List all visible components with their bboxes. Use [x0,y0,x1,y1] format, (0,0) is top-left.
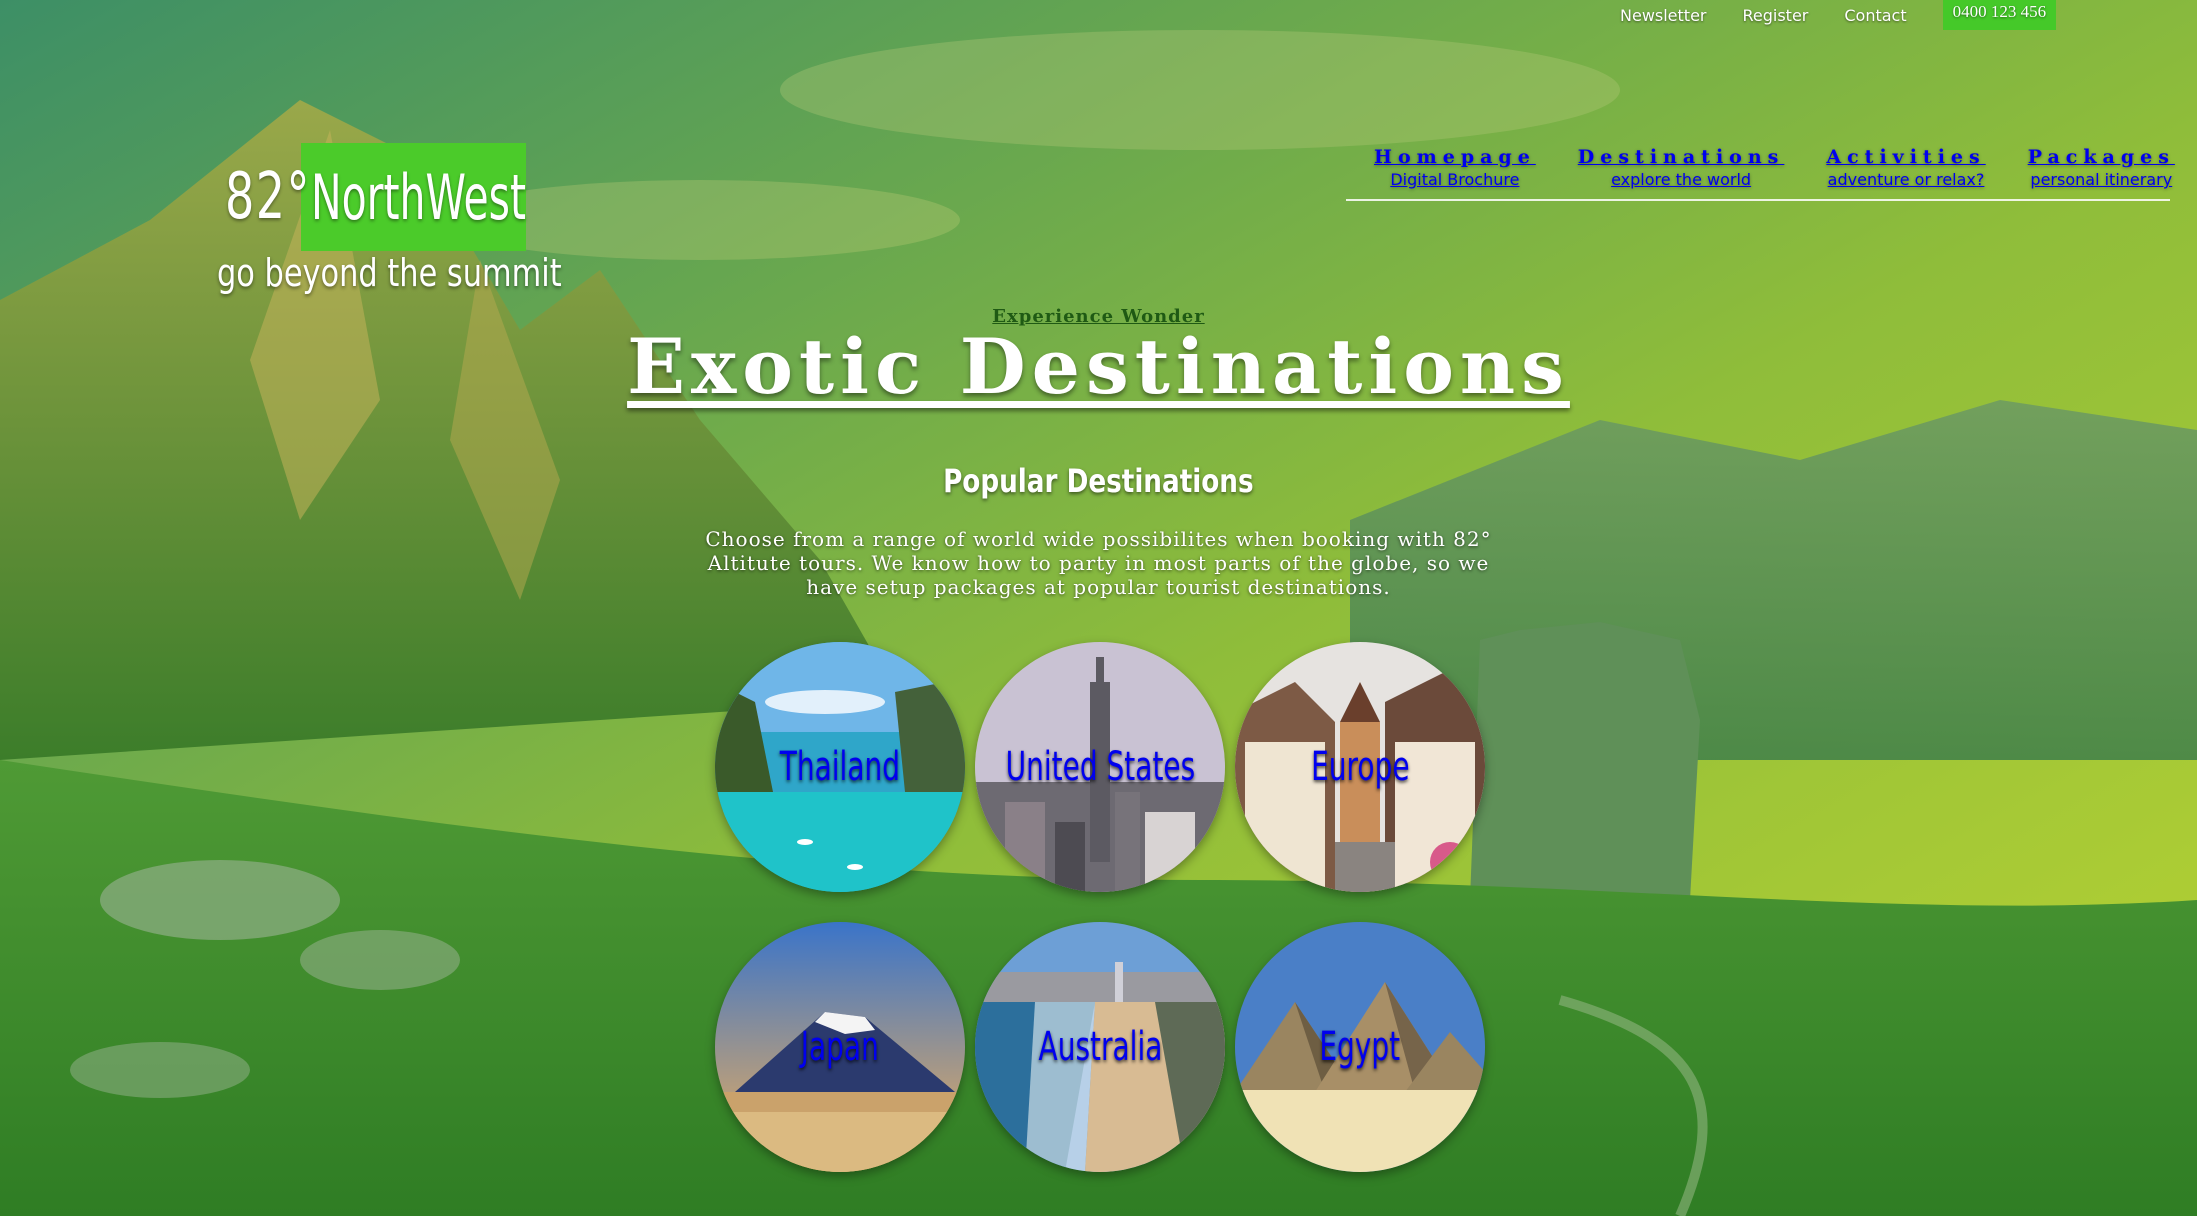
nav-item-subtitle: adventure or relax? [1827,170,1985,189]
destination-label: Australia [1038,1024,1162,1070]
destination-card-australia[interactable]: Australia [975,922,1225,1172]
nav-item-packages[interactable]: Packages personal itinerary [2028,146,2175,189]
nav-item-title: Activities [1826,146,1986,168]
site-logo[interactable]: 82° NorthWest go beyond the summit [217,143,648,295]
section-description: Choose from a range of world wide possib… [705,527,1492,599]
register-link[interactable]: Register [1743,6,1809,25]
nav-item-title: Destinations [1577,146,1785,168]
logo-tagline: go beyond the summit [217,251,562,295]
nav-item-subtitle: Digital Brochure [1390,170,1520,189]
logo-brand-box: NorthWest [301,143,526,251]
nav-item-subtitle: explore the world [1611,170,1752,189]
destination-label: Thailand [779,744,901,790]
destination-label: Egypt [1319,1024,1401,1070]
hero-title: Exotic Destinations [627,322,1570,411]
destination-label: Japan [800,1024,880,1070]
destination-label: Europe [1310,744,1410,790]
utility-nav: Newsletter Register Contact 0400 123 456 [1620,0,2057,30]
contact-link[interactable]: Contact [1844,6,1906,25]
destination-card-egypt[interactable]: Egypt [1235,922,1485,1172]
nav-item-destinations[interactable]: Destinations explore the world [1578,146,1785,189]
destination-card-thailand[interactable]: Thailand [715,642,965,892]
newsletter-link[interactable]: Newsletter [1620,6,1707,25]
popular-heading: Popular Destinations [943,462,1254,500]
nav-item-title: Packages [2027,146,2175,168]
section-title: Popular Destinations [0,462,2197,500]
nav-item-subtitle: personal itinerary [2030,170,2173,189]
main-nav: Homepage Digital Brochure Destinations e… [1346,146,2172,201]
destination-card-europe[interactable]: Europe [1235,642,1485,892]
phone-number-button[interactable]: 0400 123 456 [1942,0,2057,30]
nav-item-title: Homepage [1374,146,1536,168]
destination-label: United States [1005,744,1195,790]
destination-card-japan[interactable]: Japan [715,922,965,1172]
nav-item-activities[interactable]: Activities adventure or relax? [1826,146,1985,189]
destination-card-united-states[interactable]: United States [975,642,1225,892]
logo-degree: 82° [225,160,311,234]
nav-item-homepage[interactable]: Homepage Digital Brochure [1374,146,1536,189]
logo-brand-text: NorthWest [311,160,527,234]
